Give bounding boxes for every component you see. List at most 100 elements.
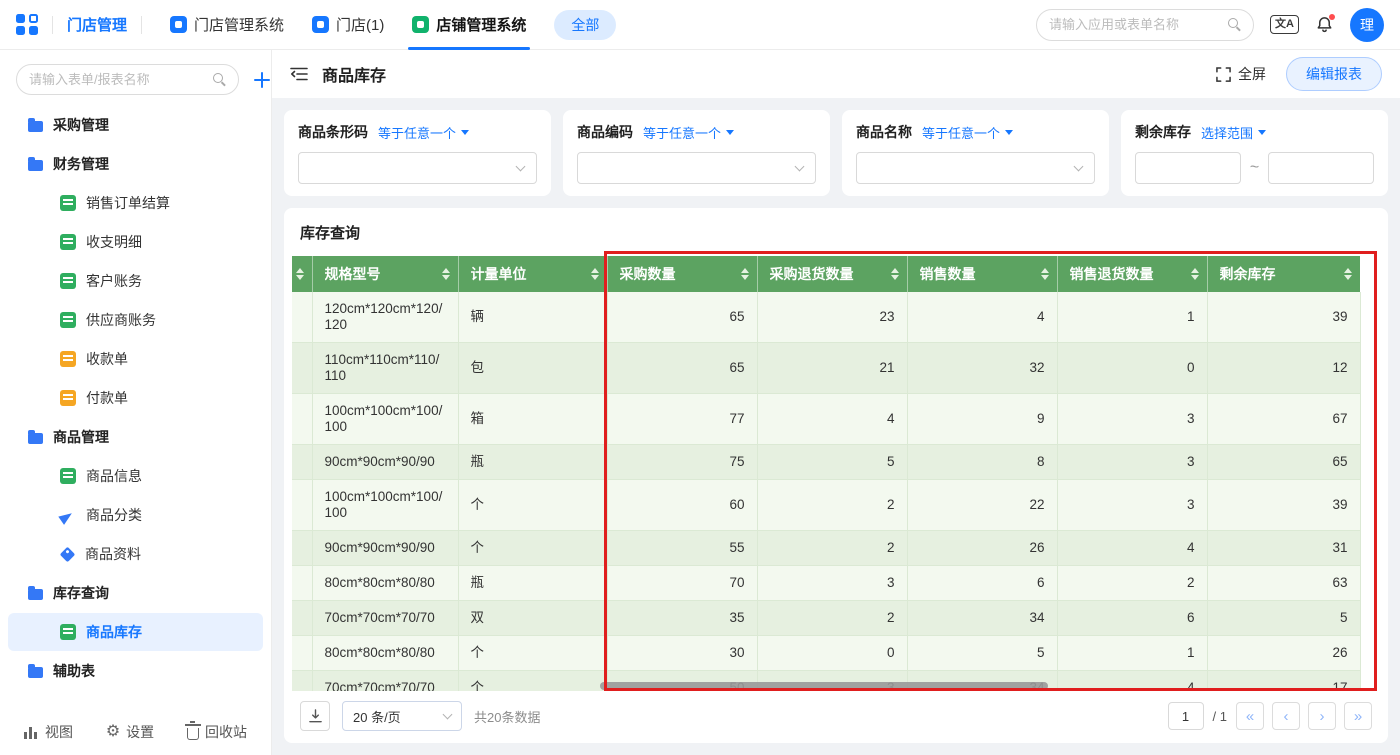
column-header[interactable]: 销售退货数量 (1057, 256, 1207, 292)
value-cell: 9 (907, 394, 1057, 445)
unit-cell: 包 (458, 343, 607, 394)
filter-condition-dropdown[interactable]: 等于任意一个 (378, 123, 469, 142)
sidebar-item[interactable]: 商品分类 (8, 496, 263, 534)
sidebar-item[interactable]: 采购管理 (8, 106, 263, 144)
sidebar-item[interactable]: 辅助表 (8, 652, 263, 690)
horizontal-scrollbar[interactable] (600, 682, 1048, 690)
row-sliver-cell (292, 343, 312, 394)
fullscreen-button[interactable]: 全屏 (1216, 64, 1266, 84)
column-header[interactable]: 销售数量 (907, 256, 1057, 292)
value-cell: 3 (757, 566, 907, 601)
column-header[interactable]: 计量单位 (458, 256, 607, 292)
page-size-select[interactable]: 20 条/页 (342, 701, 462, 731)
sort-icon[interactable] (1344, 268, 1352, 280)
filter-label: 商品编码 (577, 122, 633, 142)
all-filter-pill[interactable]: 全部 (554, 10, 616, 40)
app-tab[interactable]: 门店(1) (298, 0, 398, 50)
sidebar-item[interactable]: 财务管理 (8, 145, 263, 183)
edit-report-button[interactable]: 编辑报表 (1286, 57, 1382, 91)
filter-label: 商品名称 (856, 122, 912, 142)
sidebar-search-input[interactable] (29, 72, 205, 87)
sidebar-item[interactable]: 销售订单结算 (8, 184, 263, 222)
row-height-button[interactable] (300, 701, 330, 731)
column-header-partial[interactable] (292, 256, 312, 292)
column-header[interactable]: 剩余库存 (1207, 256, 1360, 292)
apps-grid-icon[interactable] (16, 14, 38, 36)
notifications-bell-icon[interactable] (1315, 15, 1334, 34)
sidebar-footer-item[interactable]: 视图 (24, 722, 73, 742)
inventory-table: 规格型号计量单位采购数量采购退货数量销售数量销售退货数量剩余库存 120cm*1… (292, 256, 1361, 691)
search-icon[interactable] (1228, 18, 1241, 31)
sidebar-item-label: 商品信息 (86, 466, 142, 486)
value-cell: 39 (1207, 292, 1360, 343)
row-sliver-cell (292, 394, 312, 445)
sort-icon[interactable] (891, 268, 899, 280)
topbar-search-input[interactable] (1049, 17, 1220, 32)
value-cell: 2 (1057, 566, 1207, 601)
sidebar-item[interactable]: 商品资料 (8, 535, 263, 573)
sidebar-footer-item[interactable]: ⚙设置 (106, 722, 154, 742)
workspace-label[interactable]: 门店管理 (67, 14, 127, 35)
column-header-label: 规格型号 (325, 264, 381, 284)
sort-icon[interactable] (1041, 268, 1049, 280)
sidebar-item[interactable]: 商品管理 (8, 418, 263, 456)
nav-last-button[interactable]: » (1344, 702, 1372, 730)
sidebar-item[interactable]: 收款单 (8, 340, 263, 378)
sidebar-item[interactable]: 商品信息 (8, 457, 263, 495)
sort-icon[interactable] (296, 268, 304, 280)
sidebar-footer-item[interactable]: 回收站 (187, 722, 247, 742)
app-tab[interactable]: 门店管理系统 (156, 0, 298, 50)
value-cell: 67 (1207, 394, 1360, 445)
section-title: 库存查询 (300, 222, 1372, 243)
app-tab[interactable]: 店铺管理系统 (398, 0, 540, 50)
filter-max-input[interactable] (1268, 152, 1374, 184)
sidebar-item[interactable]: 收支明细 (8, 223, 263, 261)
filter-select[interactable] (298, 152, 537, 184)
sort-icon[interactable] (591, 268, 599, 280)
app-tab-label: 门店(1) (336, 14, 384, 35)
table-row: 80cm*80cm*80/80个3005126 (292, 636, 1360, 671)
collapse-sidebar-icon[interactable] (290, 66, 308, 82)
filter-card: 商品条形码等于任意一个 (284, 110, 551, 196)
row-sliver-cell (292, 292, 312, 343)
sidebar-item[interactable]: 付款单 (8, 379, 263, 417)
sidebar-item[interactable]: 客户账务 (8, 262, 263, 300)
spec-cell: 80cm*80cm*80/80 (312, 636, 458, 671)
filter-condition-dropdown[interactable]: 选择范围 (1201, 123, 1266, 142)
filter-select[interactable] (577, 152, 816, 184)
column-header[interactable]: 采购数量 (607, 256, 757, 292)
nav-prev-button[interactable]: ‹ (1272, 702, 1300, 730)
add-form-button[interactable] (253, 71, 271, 89)
column-header[interactable]: 规格型号 (312, 256, 458, 292)
filter-min-input[interactable] (1135, 152, 1241, 184)
filter-condition-dropdown[interactable]: 等于任意一个 (922, 123, 1013, 142)
filter-condition-dropdown[interactable]: 等于任意一个 (643, 123, 734, 142)
sort-icon[interactable] (1191, 268, 1199, 280)
sidebar-item[interactable]: 供应商账务 (8, 301, 263, 339)
sort-icon[interactable] (741, 268, 749, 280)
search-icon[interactable] (213, 73, 226, 86)
value-cell: 6 (907, 566, 1057, 601)
filter-select[interactable] (856, 152, 1095, 184)
value-cell: 4 (1057, 671, 1207, 692)
page-number-input[interactable] (1168, 702, 1204, 730)
sidebar-search[interactable] (16, 64, 239, 95)
value-cell: 3 (1057, 394, 1207, 445)
column-header-label: 剩余库存 (1220, 264, 1276, 284)
sort-icon[interactable] (442, 268, 450, 280)
spec-cell: 70cm*70cm*70/70 (312, 601, 458, 636)
folder-icon (28, 667, 43, 678)
filter-card: 商品名称等于任意一个 (842, 110, 1109, 196)
sidebar-item[interactable]: 库存查询 (8, 574, 263, 612)
topbar-search[interactable] (1036, 9, 1254, 41)
value-cell: 77 (607, 394, 757, 445)
nav-first-button[interactable]: « (1236, 702, 1264, 730)
column-header[interactable]: 采购退货数量 (757, 256, 907, 292)
avatar[interactable]: 理 (1350, 8, 1384, 42)
sidebar-footer-label: 设置 (126, 722, 154, 742)
nav-next-button[interactable]: › (1308, 702, 1336, 730)
unit-cell: 瓶 (458, 445, 607, 480)
column-header-label: 销售退货数量 (1070, 264, 1154, 284)
sidebar-item[interactable]: 商品库存 (8, 613, 263, 651)
translate-icon[interactable]: 文A (1270, 15, 1299, 34)
